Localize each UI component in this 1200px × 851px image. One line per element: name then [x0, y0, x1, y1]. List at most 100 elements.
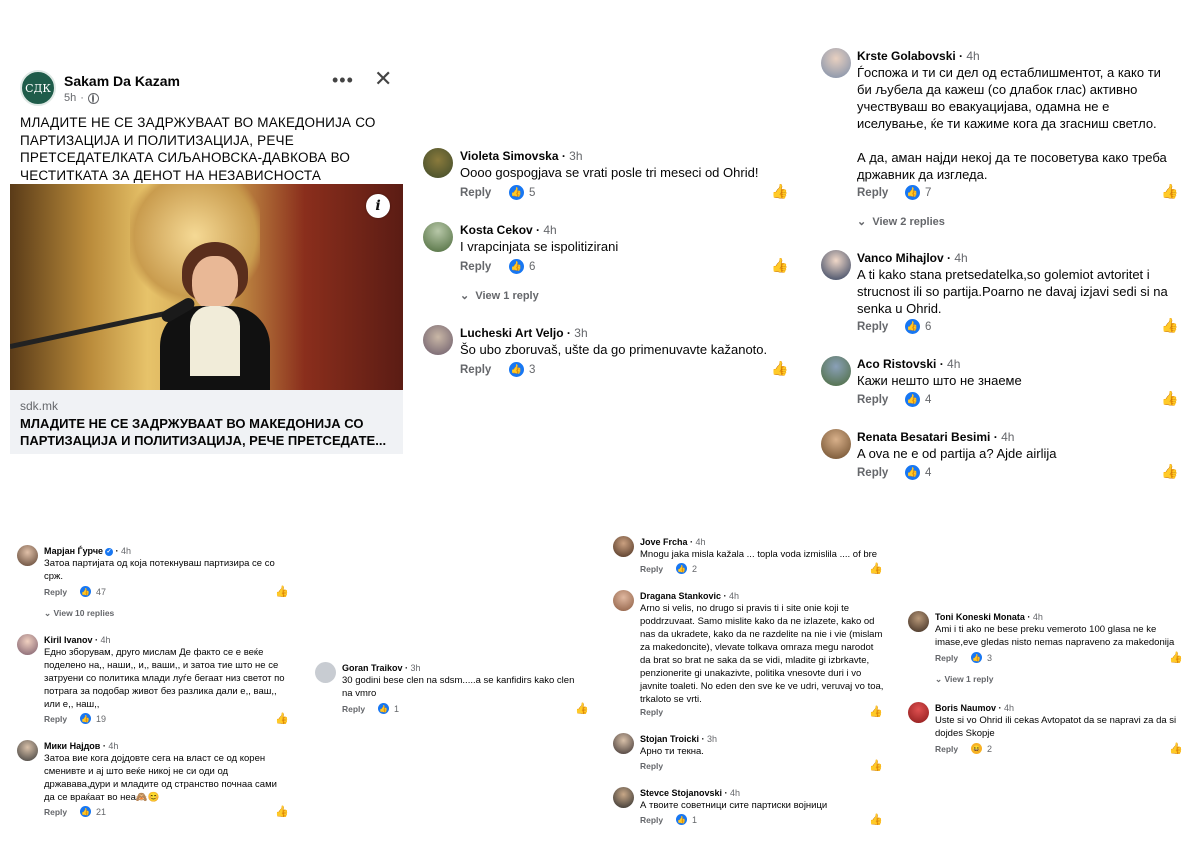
like-button-icon[interactable]: 👍	[869, 759, 883, 772]
reply-button[interactable]: Reply	[640, 564, 663, 574]
avatar[interactable]	[821, 250, 851, 280]
like-button-icon[interactable]: 👍	[1161, 463, 1178, 480]
reaction-count[interactable]: 👍 4	[905, 465, 931, 480]
reaction-count[interactable]: 👍 6	[509, 259, 535, 274]
like-button-icon[interactable]: 👍	[771, 360, 788, 377]
comment-author[interactable]: Goran Traikov · 3h	[342, 663, 421, 673]
like-button-icon[interactable]: 👍	[1169, 651, 1183, 664]
reaction-count[interactable]: 👍 6	[905, 319, 931, 334]
like-button-icon[interactable]: 👍	[275, 805, 289, 818]
reaction-count[interactable]: 👍 4	[905, 392, 931, 407]
reaction-count[interactable]: 👍 7	[905, 185, 931, 200]
reply-button[interactable]: Reply	[640, 761, 663, 771]
comment-author[interactable]: Stevce Stojanovski · 4h	[640, 788, 740, 798]
reply-button[interactable]: Reply	[44, 587, 67, 597]
avatar[interactable]	[821, 429, 851, 459]
link-title[interactable]: МЛАДИТЕ НЕ СЕ ЗАДРЖУВААТ ВО МАКЕДОНИЈА С…	[20, 415, 396, 449]
avatar[interactable]	[821, 356, 851, 386]
avatar[interactable]	[908, 611, 929, 632]
like-button-icon[interactable]: 👍	[1161, 317, 1178, 334]
reaction-count[interactable]: 👍 2	[676, 563, 697, 574]
comment-author[interactable]: Toni Koneski Monata · 4h	[935, 612, 1043, 622]
comment-author[interactable]: Jove Frcha · 4h	[640, 537, 706, 547]
page-name[interactable]: Sakam Da Kazam	[64, 73, 180, 89]
comment-author[interactable]: Aco Ristovski · 4h	[857, 357, 960, 371]
view-replies-button[interactable]: ⌄ View 2 replies	[857, 215, 945, 228]
avatar[interactable]	[423, 222, 453, 252]
like-button-icon[interactable]: 👍	[1161, 183, 1178, 200]
more-options-button[interactable]: •••	[332, 70, 354, 91]
reaction-count[interactable]: 👍 21	[80, 806, 106, 817]
reply-button[interactable]: Reply	[460, 187, 491, 199]
reply-button[interactable]: Reply	[460, 261, 491, 273]
avatar[interactable]	[423, 148, 453, 178]
like-button-icon[interactable]: 👍	[275, 712, 289, 725]
reaction-count[interactable]: 👍 5	[509, 185, 535, 200]
close-button[interactable]: ✕	[374, 66, 392, 92]
reply-button[interactable]: Reply	[857, 321, 888, 333]
like-button-icon[interactable]: 👍	[275, 585, 289, 598]
comment-author[interactable]: Krste Golabovski · 4h	[857, 49, 980, 63]
reaction-count[interactable]: 👍 3	[509, 362, 535, 377]
page-avatar[interactable]: СДК	[20, 70, 56, 106]
reply-button[interactable]: Reply	[640, 815, 663, 825]
comment-author[interactable]: Мики Најдов · 4h	[44, 741, 118, 751]
link-domain: sdk.mk	[20, 399, 59, 413]
comment-text: Кажи нешто што не знаеме	[857, 373, 1022, 388]
comment-author[interactable]: Boris Naumov · 4h	[935, 703, 1014, 713]
reply-button[interactable]: Reply	[935, 653, 958, 663]
post-image[interactable]: i	[10, 184, 403, 390]
avatar[interactable]	[17, 545, 38, 566]
comment: Stojan Troicki · 3h Арно ти текна. Reply…	[613, 733, 885, 775]
reply-button[interactable]: Reply	[857, 467, 888, 479]
avatar[interactable]	[613, 536, 634, 557]
view-replies-button[interactable]: ⌄ View 1 reply	[935, 674, 993, 685]
comment-author[interactable]: Марјан Ѓурче ✓ · 4h	[44, 546, 131, 556]
link-preview[interactable]: sdk.mk МЛАДИТЕ НЕ СЕ ЗАДРЖУВААТ ВО МАКЕД…	[10, 390, 403, 454]
like-button-icon[interactable]: 👍	[771, 183, 788, 200]
reply-button[interactable]: Reply	[44, 714, 67, 724]
like-button-icon[interactable]: 👍	[869, 813, 883, 826]
reply-button[interactable]: Reply	[44, 807, 67, 817]
avatar[interactable]	[821, 48, 851, 78]
comment-author[interactable]: Renata Besatari Besimi · 4h	[857, 430, 1014, 444]
avatar[interactable]	[17, 634, 38, 655]
comment-author[interactable]: Vanco Mihajlov · 4h	[857, 251, 968, 265]
reaction-count[interactable]: 👍 3	[971, 652, 992, 663]
avatar[interactable]	[613, 590, 634, 611]
like-button-icon[interactable]: 👍	[1169, 742, 1183, 755]
reaction-count[interactable]: 👍 1	[676, 814, 697, 825]
reply-button[interactable]: Reply	[342, 704, 365, 714]
avatar[interactable]	[17, 740, 38, 761]
comment-author[interactable]: Lucheski Art Veljo · 3h	[460, 326, 588, 340]
avatar[interactable]	[613, 733, 634, 754]
comment-author[interactable]: Violeta Simovska · 3h	[460, 149, 583, 163]
reply-button[interactable]: Reply	[935, 744, 958, 754]
reply-button[interactable]: Reply	[857, 187, 888, 199]
like-button-icon[interactable]: 👍	[771, 257, 788, 274]
avatar[interactable]	[908, 702, 929, 723]
like-button-icon[interactable]: 👍	[1161, 390, 1178, 407]
like-button-icon[interactable]: 👍	[869, 562, 883, 575]
avatar[interactable]	[423, 325, 453, 355]
post-time[interactable]: 5h	[64, 92, 76, 104]
view-replies-button[interactable]: ⌄ View 10 replies	[44, 608, 114, 619]
reply-button[interactable]: Reply	[857, 394, 888, 406]
like-button-icon[interactable]: 👍	[575, 702, 589, 715]
reaction-count[interactable]: 👍 1	[378, 703, 399, 714]
comment: Aco Ristovski · 4h Кажи нешто што не зна…	[821, 356, 1181, 411]
comment-author[interactable]: Kosta Cekov · 4h	[460, 223, 557, 237]
comment-author[interactable]: Stojan Troicki · 3h	[640, 734, 717, 744]
info-icon[interactable]: i	[366, 194, 390, 218]
comment-author[interactable]: Dragana Stankovic · 4h	[640, 591, 739, 601]
avatar[interactable]	[613, 787, 634, 808]
reaction-count[interactable]: 👍 47	[80, 586, 106, 597]
like-button-icon[interactable]: 👍	[869, 705, 883, 718]
comment-author[interactable]: Kiril Ivanov · 4h	[44, 635, 111, 645]
reaction-count[interactable]: 👍 19	[80, 713, 106, 724]
reply-button[interactable]: Reply	[640, 707, 663, 717]
view-replies-button[interactable]: ⌄ View 1 reply	[460, 289, 539, 302]
reply-button[interactable]: Reply	[460, 364, 491, 376]
avatar[interactable]	[315, 662, 336, 683]
reaction-count[interactable]: 😆 2	[971, 743, 992, 754]
